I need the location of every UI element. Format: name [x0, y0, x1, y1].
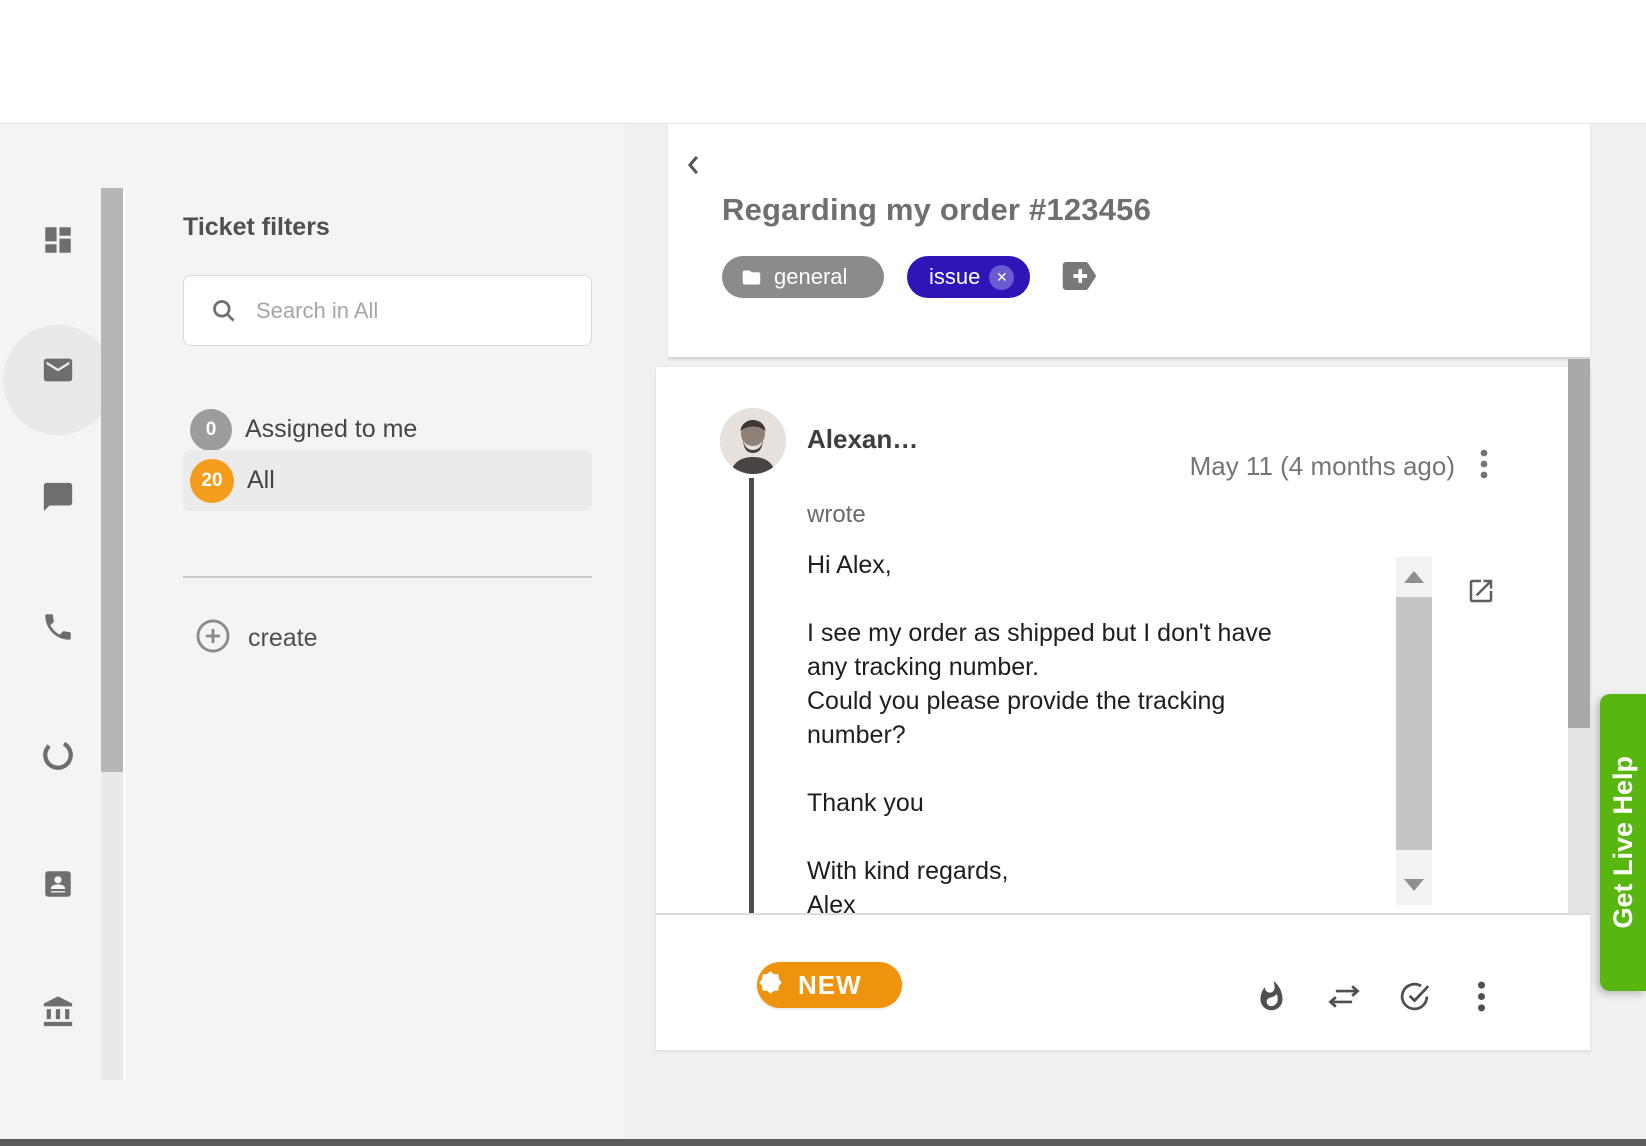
message-line — [807, 820, 1347, 854]
bank-icon — [41, 1016, 75, 1033]
message-line — [807, 582, 1347, 616]
back-button[interactable] — [680, 151, 710, 181]
sender-name[interactable]: Alexan… — [807, 424, 918, 455]
sidebar-item-chats[interactable] — [41, 480, 75, 514]
filters-divider — [183, 576, 592, 578]
resolve-button[interactable] — [1398, 980, 1432, 1014]
status-new-label: NEW — [798, 970, 862, 1001]
message-line: Alex — [807, 888, 1347, 913]
sidebar-item-calls[interactable] — [41, 610, 75, 644]
message-scrollbar-thumb[interactable] — [1396, 597, 1432, 850]
filter-count-badge: 20 — [190, 459, 234, 503]
message-line: Could you please provide the tracking — [807, 684, 1347, 718]
window-bottom-edge — [0, 1139, 1646, 1146]
sidebar-item-tickets[interactable] — [41, 353, 75, 387]
sender-action: wrote — [807, 501, 866, 529]
urgency-button[interactable] — [1255, 980, 1289, 1014]
pane-scrollbar-thumb[interactable] — [1568, 359, 1590, 728]
message-date: May 11 (4 months ago) — [1135, 451, 1455, 482]
message-scrollbar[interactable] — [1396, 557, 1432, 905]
ticket-header-card — [668, 123, 1590, 359]
chat-icon — [41, 501, 75, 518]
pane-scrollbar[interactable] — [1568, 359, 1590, 913]
top-bar — [0, 0, 1646, 124]
phone-icon — [41, 631, 75, 648]
add-tag-icon — [1061, 279, 1101, 296]
search-icon — [210, 297, 237, 324]
ticket-title: Regarding my order #123456 — [722, 192, 1151, 228]
message-line: Thank you — [807, 786, 1347, 820]
kebab-icon — [1480, 467, 1488, 484]
tag-label: general — [774, 264, 847, 290]
message-line: number? — [807, 718, 1347, 752]
more-actions-button[interactable] — [1477, 980, 1497, 1014]
filter-all[interactable]: 20 All — [183, 450, 592, 511]
contact-card-icon — [41, 888, 75, 905]
tag-general[interactable]: general — [722, 256, 884, 298]
sidebar-scrollbar-thumb[interactable] — [101, 188, 123, 772]
filter-label: Assigned to me — [245, 415, 417, 444]
message-line: With kind regards, — [807, 854, 1347, 888]
message-line: Hi Alex, — [807, 548, 1347, 582]
create-filter-button[interactable]: create — [194, 618, 394, 658]
open-in-new-icon — [1466, 593, 1496, 610]
status-new-button[interactable]: NEW — [757, 962, 902, 1008]
scroll-down-arrow-icon[interactable] — [1404, 879, 1424, 891]
thread-line — [749, 478, 754, 913]
mail-icon — [41, 374, 75, 391]
add-circle-icon — [194, 617, 232, 660]
seal-badge-icon — [757, 969, 784, 1001]
flame-icon — [1255, 1000, 1288, 1017]
swap-arrows-icon — [1325, 1000, 1363, 1017]
sidebar-item-company[interactable] — [41, 995, 75, 1029]
open-message-button[interactable] — [1466, 576, 1496, 606]
get-live-help-tab[interactable]: Get Live Help — [1600, 694, 1646, 991]
app-root: To solve 20 A Ticket filters — [0, 0, 1646, 1146]
search-box — [183, 275, 592, 346]
sidebar-scrollbar[interactable] — [101, 188, 126, 1080]
create-label: create — [248, 624, 317, 653]
message-line: I see my order as shipped but I don't ha… — [807, 616, 1347, 650]
filter-label: All — [247, 466, 275, 495]
sidebar-item-contacts[interactable] — [41, 867, 75, 901]
message-line: any tracking number. — [807, 650, 1347, 684]
tag-label: issue — [929, 264, 980, 290]
transfer-button[interactable] — [1325, 980, 1359, 1014]
toolbar-divider — [656, 913, 1590, 915]
check-circle-icon — [1398, 1000, 1431, 1017]
dashboard-icon — [41, 244, 75, 261]
chevron-left-icon — [680, 166, 708, 183]
search-input[interactable] — [254, 297, 558, 325]
message-body: Hi Alex, I see my order as shipped but I… — [807, 548, 1347, 913]
sidebar-item-dashboard[interactable] — [41, 223, 75, 257]
message-line — [807, 752, 1347, 786]
loader-circle-icon — [41, 759, 75, 776]
folder-icon — [741, 267, 762, 288]
filter-count-badge: 0 — [190, 409, 232, 451]
message-menu-button[interactable] — [1471, 448, 1497, 482]
scroll-up-arrow-icon[interactable] — [1404, 571, 1424, 583]
remove-tag-icon[interactable]: ✕ — [989, 265, 1014, 290]
filters-title: Ticket filters — [183, 213, 330, 242]
sender-avatar — [720, 408, 786, 474]
get-live-help-label: Get Live Help — [1608, 756, 1639, 929]
add-tag-button[interactable] — [1061, 260, 1101, 292]
tag-issue[interactable]: issue ✕ — [907, 256, 1030, 298]
kebab-icon — [1477, 1000, 1486, 1017]
sidebar-item-automation[interactable] — [41, 738, 75, 772]
